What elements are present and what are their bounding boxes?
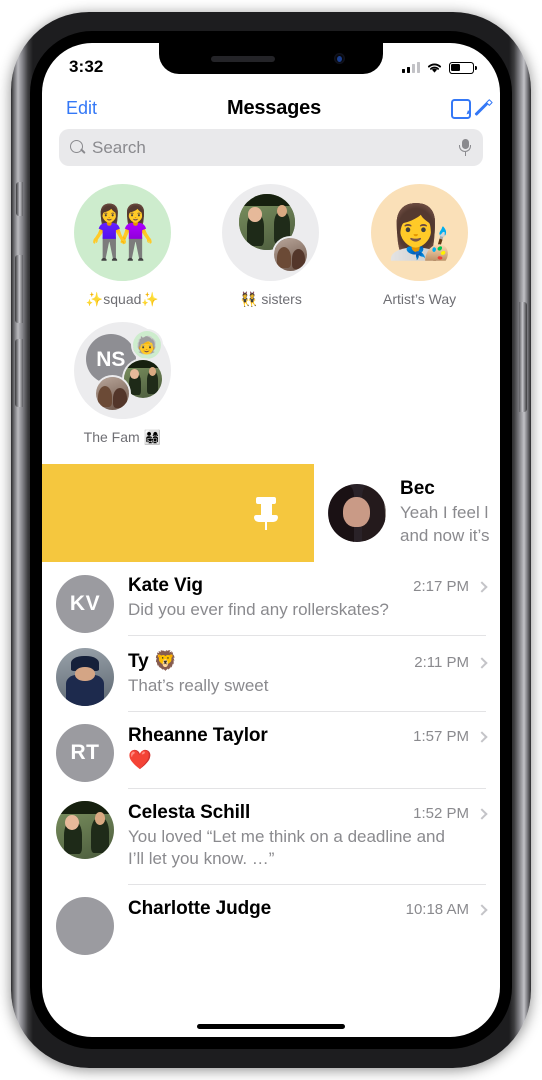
pinned-label: 👯 sisters: [240, 291, 302, 307]
group-avatar-photo-2: [95, 377, 129, 410]
conversation-preview: That’s really sweet: [128, 676, 269, 696]
pinned-item-artists-way[interactable]: 👩‍🎨 Artist’s Way: [345, 184, 494, 308]
avatar: [328, 484, 386, 542]
search-container: [42, 127, 500, 166]
chevron-right-icon[interactable]: [476, 904, 488, 916]
speaker-grille-icon: [211, 56, 275, 62]
mute-switch-button[interactable]: [16, 182, 23, 216]
pinned-label: Artist’s Way: [383, 291, 457, 307]
compose-icon[interactable]: [450, 96, 491, 121]
pin-swipe-action-button[interactable]: [42, 464, 314, 562]
avatar-initials: KV: [56, 575, 114, 633]
conversation-name: Kate Vig: [128, 575, 203, 596]
status-time: 3:32: [69, 57, 104, 76]
conversation-row-kate-vig[interactable]: KV Kate Vig 2:17 PM Did you ever find an…: [42, 562, 500, 636]
battery-icon: [449, 61, 477, 74]
avatar-initials: [56, 897, 114, 956]
chevron-right-icon[interactable]: [476, 657, 488, 669]
two-women-holding-hands-emoji: 👭: [89, 203, 155, 262]
volume-down-button[interactable]: [15, 339, 23, 407]
chevron-right-icon[interactable]: [476, 731, 488, 743]
conversation-time: 1:52 PM: [413, 804, 469, 822]
pinned-conversations: 👭 ✨squad✨ 👯 sisters 👩‍🎨: [42, 166, 500, 464]
conversation-preview: You loved “Let me think on a deadline an…: [128, 826, 445, 868]
conversation-time: 1:57 PM: [413, 728, 469, 746]
conversation-time: 10:18 AM: [405, 901, 469, 919]
front-camera-icon: [334, 53, 345, 64]
power-button[interactable]: [519, 302, 527, 412]
page-title: Messages: [227, 97, 322, 119]
conversation-time: 2:17 PM: [413, 578, 469, 595]
notch: [159, 43, 383, 74]
woman-artist-emoji: 👩‍🎨: [387, 203, 452, 262]
home-indicator[interactable]: [197, 1023, 345, 1029]
pinned-avatar: 👭: [73, 184, 171, 281]
conversation-row-ty[interactable]: Ty 🦁 2:11 PM That’s really sweet: [42, 635, 500, 712]
pinned-item-squad[interactable]: 👭 ✨squad✨: [48, 184, 197, 308]
avatar: [56, 800, 114, 859]
navigation-bar: Edit Messages: [42, 87, 500, 127]
group-avatar-photo-1: [123, 360, 162, 398]
group-avatar-emoji: 🧓: [132, 331, 161, 359]
avatar: RT: [56, 724, 114, 783]
phone-screen: 3:32 Edit Messages Search 👭 ✨squad✨ 👯 si…: [42, 43, 500, 1037]
status-indicators: [402, 61, 477, 74]
conversation-name: Bec: [400, 478, 435, 500]
swiped-conversation-row[interactable]: Bec Yeah I feel l and now it’s: [42, 464, 500, 562]
wifi-icon: [427, 63, 442, 73]
avatar: [56, 648, 114, 707]
pinned-item-the-fam[interactable]: NS 🧓 The Fam 👨‍👩‍👧‍👦: [48, 322, 197, 446]
phone-frame: 3:32 Edit Messages Search 👭 ✨squad✨ 👯 si…: [11, 12, 531, 1068]
conversation-preview: ❤️: [128, 750, 152, 772]
conversation-row-charlotte-judge[interactable]: Charlotte Judge 10:18 AM: [42, 884, 500, 963]
pinned-item-sisters[interactable]: 👯 sisters: [197, 184, 346, 308]
conversation-name: Celesta Schill: [128, 801, 251, 823]
swiped-row-content[interactable]: Bec Yeah I feel l and now it’s: [314, 464, 500, 562]
pinned-avatar-group: NS 🧓: [73, 322, 171, 419]
conversation-name: Rheanne Taylor: [128, 725, 268, 747]
pinned-label: The Fam 👨‍👩‍👧‍👦: [83, 429, 161, 445]
cellular-signal-icon: [402, 62, 420, 73]
conversation-preview: [128, 922, 458, 962]
conversation-time: 2:11 PM: [414, 654, 469, 672]
avatar: [56, 897, 114, 956]
pinned-avatar: 👩‍🎨: [371, 184, 469, 281]
conversation-list: KV Kate Vig 2:17 PM Did you ever find an…: [42, 562, 500, 963]
search-input[interactable]: [92, 137, 452, 158]
pinned-label: ✨squad✨: [85, 291, 159, 307]
conversation-name: Ty 🦁: [128, 651, 178, 673]
group-avatar-secondary: [274, 238, 308, 271]
avatar: KV: [56, 575, 114, 633]
volume-up-button[interactable]: [15, 255, 23, 323]
conversation-preview: Did you ever find any rollerskates?: [128, 600, 389, 619]
search-icon: [70, 140, 85, 155]
search-bar[interactable]: [59, 129, 483, 166]
chevron-right-icon[interactable]: [476, 581, 488, 593]
chevron-right-icon[interactable]: [476, 808, 488, 820]
pin-icon: [253, 497, 279, 530]
edit-button[interactable]: Edit: [66, 98, 97, 119]
conversation-name: Charlotte Judge: [128, 898, 272, 920]
microphone-icon[interactable]: [459, 138, 472, 157]
conversation-preview-line-1: Yeah I feel l: [400, 503, 489, 523]
avatar-initials: RT: [56, 724, 114, 783]
swiped-row-text: Bec Yeah I feel l and now it’s: [400, 478, 500, 548]
conversation-row-celesta-schill[interactable]: Celesta Schill 1:52 PM You loved “Let me…: [42, 787, 500, 885]
conversation-preview-line-2: and now it’s: [400, 526, 490, 545]
pinned-avatar-group: [222, 184, 320, 281]
conversation-row-rheanne-taylor[interactable]: RT Rheanne Taylor 1:57 PM ❤️: [42, 711, 500, 788]
